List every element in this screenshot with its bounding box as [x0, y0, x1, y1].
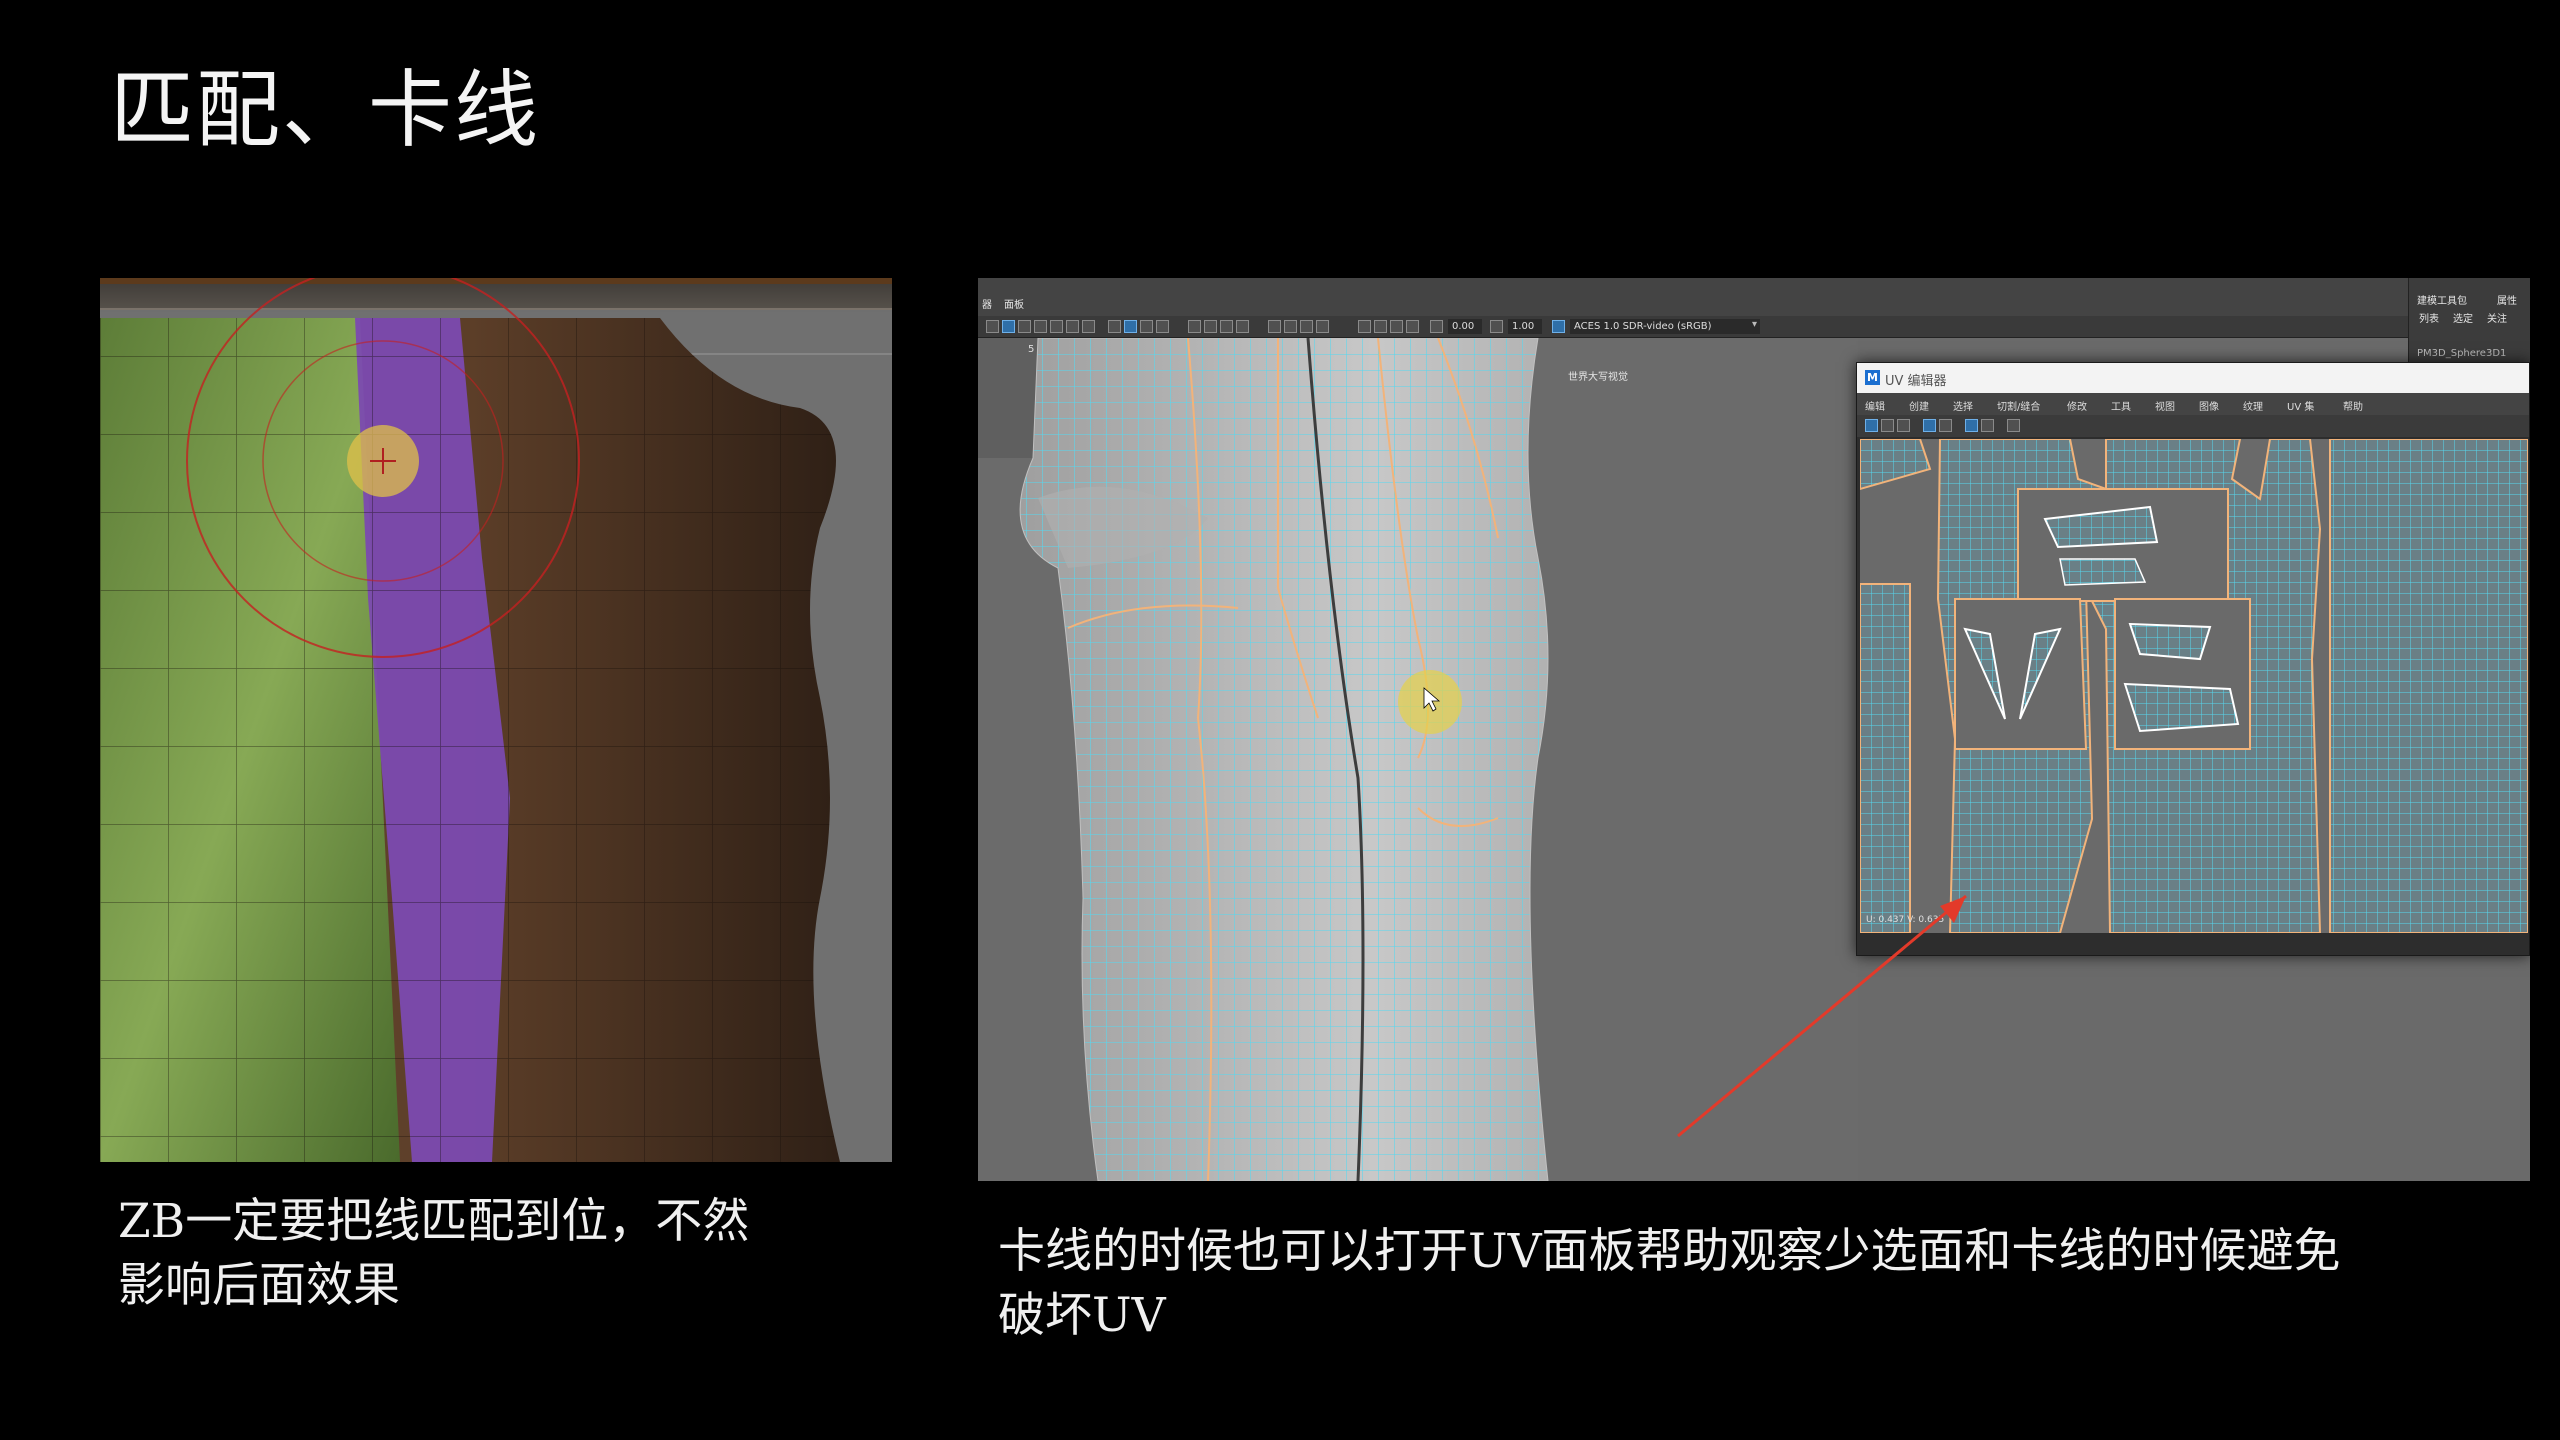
- menu-item[interactable]: 器: [982, 296, 992, 311]
- right-caption: 卡线的时候也可以打开UV面板帮助观察少选面和卡线的时候避免 破坏UV: [998, 1220, 2538, 1348]
- maya-viewport-screenshot: 器 面板 0.00 1.00 ACES 1.0 SDR-video (sRGB)…: [978, 278, 2530, 1181]
- anti-aliasing-icon[interactable]: [1236, 320, 1249, 333]
- two-d-pan-zoom-icon[interactable]: [1406, 320, 1419, 333]
- xray-components-icon[interactable]: [1316, 320, 1329, 333]
- uv-toolkit-icon[interactable]: [1865, 419, 1878, 432]
- grid-icon[interactable]: [1002, 320, 1015, 333]
- selected-object-name[interactable]: PM3D_Sphere3D1: [2417, 348, 2506, 359]
- uv-editor-canvas[interactable]: U: 0.437 V: 0.635: [1860, 439, 2528, 933]
- film-gate-icon[interactable]: [1018, 320, 1031, 333]
- slide-title: 匹配、卡线: [110, 61, 541, 159]
- uv-menu-select[interactable]: 选择: [1953, 398, 1973, 413]
- uv-checker-icon[interactable]: [1965, 419, 1978, 432]
- uv-editor-title: UV 编辑器: [1885, 374, 1947, 389]
- uv-menu-modify[interactable]: 修改: [2067, 398, 2087, 413]
- uv-grid-icon[interactable]: [1923, 419, 1936, 432]
- uv-editor-toolbar: [1857, 415, 2529, 437]
- uv-menu-create[interactable]: 创建: [1909, 398, 1929, 413]
- tab-modeling-toolkit[interactable]: 建模工具包: [2417, 292, 2467, 307]
- uv-snapshot-icon[interactable]: [2007, 419, 2020, 432]
- uv-menu-image[interactable]: 图像: [2199, 398, 2219, 413]
- color-management-icon[interactable]: [1552, 320, 1565, 333]
- maya-menu-bar: 器 面板: [978, 278, 2530, 316]
- textured-icon[interactable]: [1140, 320, 1153, 333]
- menu-item-panels[interactable]: 面板: [1004, 296, 1024, 311]
- gamma-icon[interactable]: [1490, 320, 1503, 333]
- uv-editor-title-bar[interactable]: M UV 编辑器: [1857, 363, 2529, 393]
- bookmark-icon[interactable]: [1374, 320, 1387, 333]
- wireframe-icon[interactable]: [1108, 320, 1121, 333]
- xray-icon[interactable]: [1284, 320, 1297, 333]
- uv-menu-uv-sets[interactable]: UV 集: [2287, 398, 2314, 413]
- maya-viewport-toolbar: 0.00 1.00 ACES 1.0 SDR-video (sRGB) ▾: [978, 316, 2418, 338]
- chevron-down-icon[interactable]: ▾: [1752, 319, 1757, 330]
- uv-editor-window: M UV 编辑器 编辑 创建 选择 切割/缝合 修改 工具 视图 图像 纹理 U…: [1856, 362, 2530, 956]
- uv-coordinates-readout: U: 0.437 V: 0.635: [1866, 915, 1945, 925]
- select-camera-icon[interactable]: [986, 320, 999, 333]
- maya-logo-icon: M: [1865, 370, 1880, 385]
- hud-camera-label: 世界大写视觉: [1568, 372, 1628, 383]
- view-transform-dropdown[interactable]: ACES 1.0 SDR-video (sRGB): [1570, 319, 1760, 334]
- gamma-field[interactable]: 1.00: [1508, 319, 1542, 334]
- motion-blur-icon[interactable]: [1220, 320, 1233, 333]
- field-chart-icon[interactable]: [1066, 320, 1079, 333]
- isolate-select-icon[interactable]: [1268, 320, 1281, 333]
- uv-menu-tools[interactable]: 工具: [2111, 398, 2131, 413]
- maya-3d-mesh-render: [978, 338, 1858, 1181]
- uv-menu-view[interactable]: 视图: [2155, 398, 2175, 413]
- uv-menu-help[interactable]: 帮助: [2343, 398, 2363, 413]
- left-caption-line-2: 影响后面效果: [118, 1258, 400, 1313]
- exposure-icon[interactable]: [1430, 320, 1443, 333]
- hud-text: 5: [1028, 344, 1035, 355]
- tab-attributes[interactable]: 属性: [2497, 292, 2517, 307]
- image-plane-icon[interactable]: [1390, 320, 1403, 333]
- shadows-icon[interactable]: [1188, 320, 1201, 333]
- gate-mask-icon[interactable]: [1050, 320, 1063, 333]
- left-caption: ZB一定要把线匹配到位，不然 影响后面效果: [118, 1190, 898, 1318]
- menu-selected[interactable]: 选定: [2453, 310, 2473, 325]
- uv-menu-cut-sew[interactable]: 切割/缝合: [1997, 398, 2040, 413]
- uv-texture-borders-icon[interactable]: [1939, 419, 1952, 432]
- safe-action-icon[interactable]: [1082, 320, 1095, 333]
- menu-focus[interactable]: 关注: [2487, 310, 2507, 325]
- smooth-shade-icon[interactable]: [1124, 320, 1137, 333]
- uv-display-image-icon[interactable]: [1981, 419, 1994, 432]
- uv-menu-textures[interactable]: 纹理: [2243, 398, 2263, 413]
- camera-attributes-icon[interactable]: [1358, 320, 1371, 333]
- uv-editor-menu-bar: 编辑 创建 选择 切割/缝合 修改 工具 视图 图像 纹理 UV 集 帮助: [1857, 393, 2529, 415]
- lighting-icon[interactable]: [1156, 320, 1169, 333]
- uv-shell-icon[interactable]: [1881, 419, 1894, 432]
- xray-joints-icon[interactable]: [1300, 320, 1313, 333]
- left-caption-line-1: ZB一定要把线匹配到位，不然: [118, 1194, 750, 1249]
- resolution-gate-icon[interactable]: [1034, 320, 1047, 333]
- right-caption-line-2: 破坏UV: [998, 1288, 1166, 1343]
- menu-list[interactable]: 列表: [2419, 310, 2439, 325]
- uv-menu-edit[interactable]: 编辑: [1865, 398, 1885, 413]
- uv-layout-render: [1860, 439, 2528, 933]
- exposure-field[interactable]: 0.00: [1448, 319, 1482, 334]
- zbrush-viewport-screenshot: [100, 278, 892, 1162]
- right-caption-line-1: 卡线的时候也可以打开UV面板帮助观察少选面和卡线的时候避免: [998, 1224, 2341, 1279]
- ambient-occlusion-icon[interactable]: [1204, 320, 1217, 333]
- zbrush-mesh-render: [100, 278, 892, 1162]
- uv-distortion-icon[interactable]: [1897, 419, 1910, 432]
